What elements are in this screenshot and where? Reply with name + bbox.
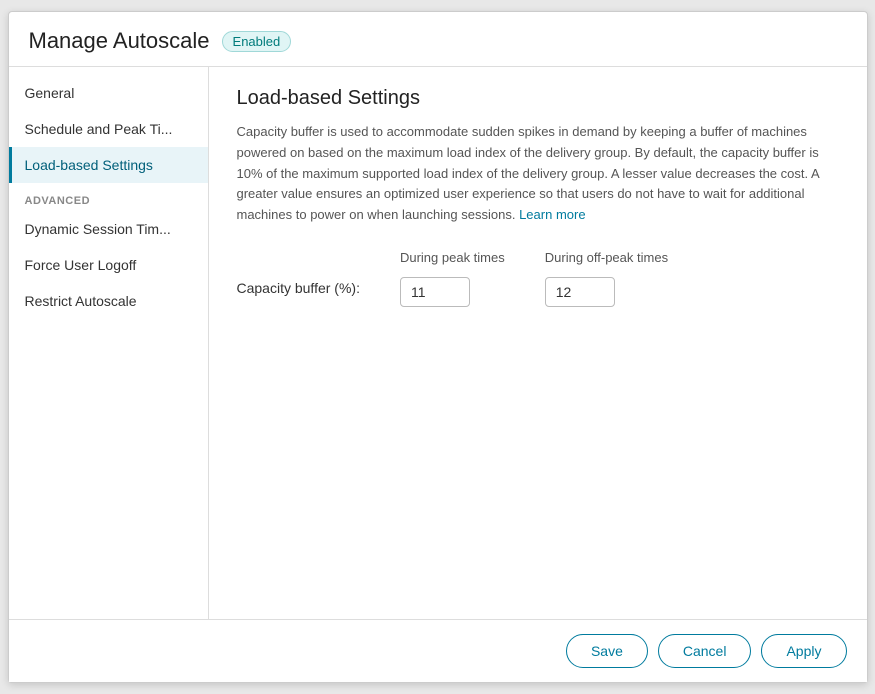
status-badge: Enabled [222,31,292,52]
off-peak-value-input[interactable] [545,277,615,307]
sidebar-item-schedule-and-peak[interactable]: Schedule and Peak Ti... [9,111,208,147]
manage-autoscale-modal: Manage Autoscale Enabled General Schedul… [8,11,868,683]
sidebar-item-restrict-autoscale[interactable]: Restrict Autoscale [9,283,208,319]
modal-title: Manage Autoscale [29,28,210,54]
modal-body: General Schedule and Peak Ti... Load-bas… [9,67,867,619]
apply-button[interactable]: Apply [761,634,846,668]
content-title: Load-based Settings [237,87,839,110]
sidebar-item-general[interactable]: General [9,75,208,111]
main-content: Load-based Settings Capacity buffer is u… [209,67,867,619]
modal-footer: Save Cancel Apply [9,619,867,682]
learn-more-link[interactable]: Learn more [519,207,585,222]
content-description: Capacity buffer is used to accommodate s… [237,122,839,226]
peak-value-input[interactable] [400,277,470,307]
capacity-buffer-section: Capacity buffer (%): During peak times D… [237,250,839,307]
cancel-button[interactable]: Cancel [658,634,752,668]
capacity-buffer-label: Capacity buffer (%): [237,250,360,296]
sidebar-item-force-user-logoff[interactable]: Force User Logoff [9,247,208,283]
during-peak-label: During peak times [400,250,505,265]
modal-header: Manage Autoscale Enabled [9,12,867,67]
sidebar-item-load-based-settings[interactable]: Load-based Settings [9,147,208,183]
during-off-peak-label: During off-peak times [545,250,668,265]
sidebar: General Schedule and Peak Ti... Load-bas… [9,67,209,619]
sidebar-item-dynamic-session[interactable]: Dynamic Session Tim... [9,211,208,247]
peak-group: During peak times [400,250,505,307]
off-peak-group: During off-peak times [545,250,668,307]
save-button[interactable]: Save [566,634,648,668]
advanced-section-label: ADVANCED [9,183,208,211]
